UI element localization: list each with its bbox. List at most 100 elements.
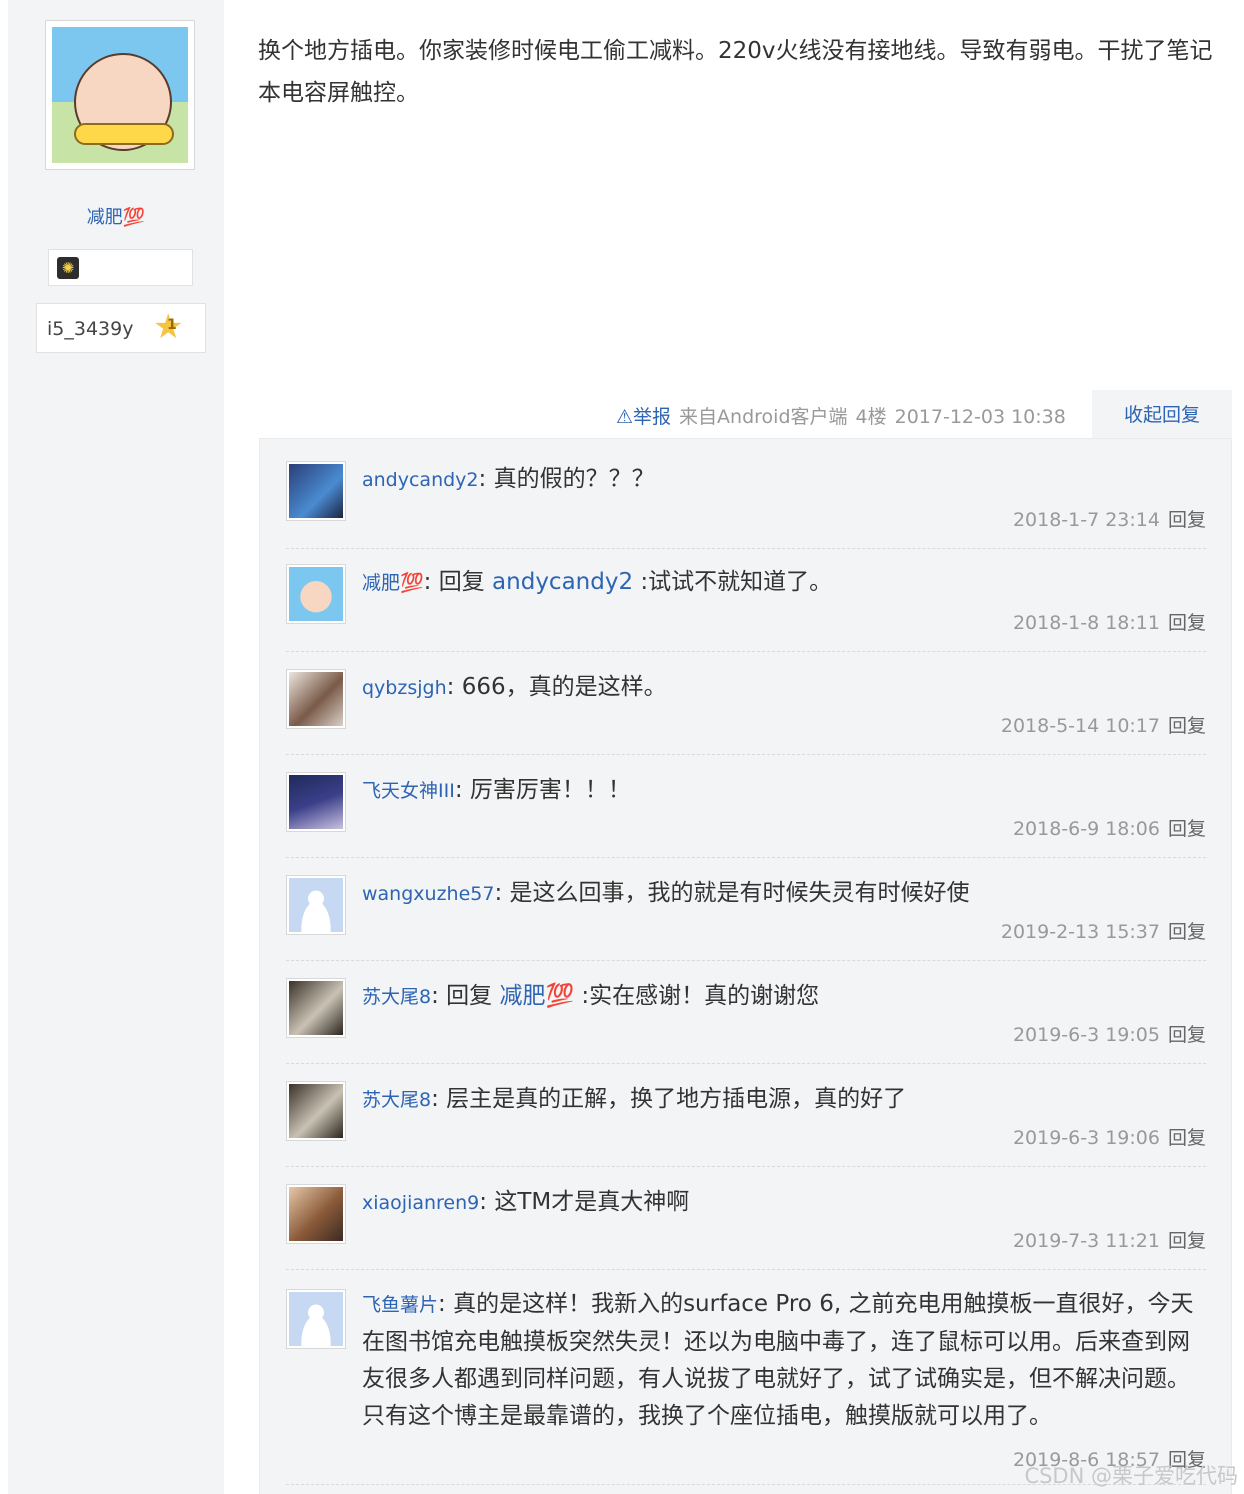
reply-footer: 2018-6-9 18:06 回复 — [1013, 814, 1206, 841]
reply-username[interactable]: qybzsjgh — [362, 677, 447, 699]
avatar-image — [289, 464, 343, 518]
reply-username[interactable]: wangxuzhe57 — [362, 883, 494, 905]
reply-item: andycandy2: 真的假的？？？ 2018-1-7 23:14 回复 — [286, 439, 1206, 549]
avatar-image — [289, 567, 343, 621]
reply-button[interactable]: 回复 — [1168, 1127, 1206, 1149]
reply-avatar[interactable] — [286, 1184, 346, 1244]
reply-item: 苏大尾8: 回复 减肥💯 :实在感谢！真的谢谢您 2019-6-3 19:05 回… — [286, 960, 1206, 1064]
reply-avatar[interactable] — [286, 564, 346, 624]
colon: : — [479, 1189, 495, 1215]
reply-button[interactable]: 回复 — [1168, 921, 1206, 943]
report-link[interactable]: ⚠举报 — [616, 406, 671, 428]
reply-username[interactable]: 飞天女神III — [362, 780, 455, 802]
reply-avatar[interactable] — [286, 875, 346, 935]
author-sidebar: 减肥💯 ✺ i5_3439y ★ 1 — [8, 0, 224, 1494]
reply-target-user[interactable]: andycandy2 — [492, 569, 633, 595]
reply-text: 飞鱼薯片: 真的是这样！我新入的surface Pro 6, 之前充电用触摸板一… — [362, 1286, 1206, 1435]
reply-button[interactable]: 回复 — [1168, 612, 1206, 634]
author-avatar[interactable] — [45, 20, 195, 170]
reply-body: 这TM才是真大神啊 — [494, 1189, 690, 1215]
reply-time: 2018-6-9 18:06 — [1012, 818, 1160, 840]
colon: : — [478, 466, 494, 492]
reply-text: 苏大尾8: 回复 减肥💯 :实在感谢！真的谢谢您 — [362, 978, 1206, 1016]
reply-item: xiaojianren9: 这TM才是真大神啊 2019-7-3 11:21 回复 — [286, 1166, 1206, 1270]
user-level[interactable]: i5_3439y ★ 1 — [36, 303, 206, 353]
colon: : — [423, 569, 439, 595]
avatar-image — [289, 672, 343, 726]
reply-body: 层主是真的正解，换了地方插电源，真的好了 — [446, 1086, 907, 1112]
reply-body: 厉害厉害！！！ — [469, 777, 631, 803]
reply-avatar[interactable] — [286, 978, 346, 1038]
reply-time: 2019-6-3 19:06 — [1012, 1127, 1160, 1149]
reply-footer: 2018-5-14 10:17 回复 — [1001, 711, 1206, 738]
reply-body: :试试不就知道了。 — [633, 569, 833, 595]
reply-target-user[interactable]: 减肥💯 — [499, 983, 574, 1009]
reply-body: 真的假的？？？ — [493, 466, 655, 492]
reply-footer: 2018-1-8 18:11 回复 — [1013, 608, 1206, 635]
level-number: 1 — [167, 317, 177, 333]
reply-footer: 2018-1-7 23:14 回复 — [1013, 505, 1206, 532]
reply-username[interactable]: andycandy2 — [362, 469, 479, 491]
reply-body: :实在感谢！真的谢谢您 — [574, 983, 820, 1009]
collapse-replies-button[interactable]: 收起回复 — [1092, 390, 1232, 440]
colon: : — [454, 777, 470, 803]
user-badge[interactable]: ✺ — [48, 249, 193, 286]
post-time: 2017-12-03 10:38 — [894, 406, 1066, 428]
reply-text: xiaojianren9: 这TM才是真大神啊 — [362, 1184, 1206, 1222]
avatar-image — [289, 1084, 343, 1138]
post-content: 换个地方插电。你家装修时候电工偷工减料。220v火线没有接地线。导致有弱电。干扰… — [258, 38, 1213, 106]
reply-avatar[interactable] — [286, 1081, 346, 1141]
reply-avatar[interactable] — [286, 461, 346, 521]
reply-time: 2019-6-3 19:05 — [1012, 1024, 1160, 1046]
level-id: i5_3439y — [47, 318, 134, 340]
reply-prefix: 回复 — [438, 569, 493, 595]
reply-time: 2019-2-13 15:37 — [1000, 921, 1160, 943]
reply-avatar[interactable] — [286, 669, 346, 729]
reply-footer: 2019-2-13 15:37 回复 — [1001, 917, 1206, 944]
colon: : — [446, 674, 462, 700]
reply-item: 减肥💯: 回复 andycandy2 :试试不就知道了。 2018-1-8 18… — [286, 548, 1206, 652]
reply-button[interactable]: 回复 — [1168, 1024, 1206, 1046]
colon: : — [431, 1086, 447, 1112]
author-username[interactable]: 减肥💯 — [8, 203, 224, 229]
reply-footer: 2019-6-3 19:06 回复 — [1013, 1123, 1206, 1150]
csdn-watermark: CSDN @栗子爱吃代码 — [1024, 1464, 1238, 1488]
reply-username[interactable]: 减肥💯 — [362, 572, 424, 594]
reply-item: 苏大尾8: 层主是真的正解，换了地方插电源，真的好了 2019-6-3 19:0… — [286, 1063, 1206, 1167]
badge-icon: ✺ — [57, 257, 79, 279]
reply-text: andycandy2: 真的假的？？？ — [362, 461, 1206, 499]
reply-time: 2018-5-14 10:17 — [1000, 715, 1160, 737]
reply-username[interactable]: 苏大尾8 — [362, 986, 431, 1008]
reply-body: 是这么回事，我的就是有时候失灵有时候好使 — [509, 880, 970, 906]
reply-item: 飞鱼薯片: 真的是这样！我新入的surface Pro 6, 之前充电用触摸板一… — [286, 1269, 1206, 1485]
reply-button[interactable]: 回复 — [1168, 818, 1206, 840]
reply-footer: 2019-6-3 19:05 回复 — [1013, 1020, 1206, 1047]
reply-text: qybzsjgh: 666，真的是这样。 — [362, 669, 1206, 707]
colon: : — [494, 880, 510, 906]
reply-prefix: 回复 — [446, 983, 500, 1009]
post-source: 来自Android客户端 — [679, 406, 848, 428]
reply-body: 666，真的是这样。 — [461, 674, 667, 700]
reply-text: 减肥💯: 回复 andycandy2 :试试不就知道了。 — [362, 564, 1206, 602]
reply-username[interactable]: xiaojianren9 — [362, 1192, 479, 1214]
reply-username[interactable]: 苏大尾8 — [362, 1089, 431, 1111]
cartoon-collar — [74, 123, 174, 145]
reply-time: 2018-1-8 18:11 — [1012, 612, 1160, 634]
reply-text: 苏大尾8: 层主是真的正解，换了地方插电源，真的好了 — [362, 1081, 1206, 1119]
reply-button[interactable]: 回复 — [1168, 1230, 1206, 1252]
reply-text: 飞天女神III: 厉害厉害！！！ — [362, 772, 1206, 810]
reply-list: andycandy2: 真的假的？？？ 2018-1-7 23:14 回复 减肥💯… — [259, 438, 1232, 1494]
avatar-image — [289, 981, 343, 1035]
reply-item: qybzsjgh: 666，真的是这样。 2018-5-14 10:17 回复 — [286, 651, 1206, 755]
avatar-image — [289, 1187, 343, 1241]
colon: : — [431, 983, 447, 1009]
reply-avatar[interactable] — [286, 1289, 346, 1349]
reply-time: 2018-1-7 23:14 — [1012, 509, 1160, 531]
avatar-image — [289, 1292, 343, 1346]
post-meta: ⚠举报 来自Android客户端 4楼 2017-12-03 10:38 — [616, 402, 1074, 428]
reply-button[interactable]: 回复 — [1168, 509, 1206, 531]
reply-button[interactable]: 回复 — [1168, 715, 1206, 737]
reply-username[interactable]: 飞鱼薯片 — [362, 1294, 438, 1316]
reply-item: 飞天女神III: 厉害厉害！！！ 2018-6-9 18:06 回复 — [286, 754, 1206, 858]
reply-avatar[interactable] — [286, 772, 346, 832]
